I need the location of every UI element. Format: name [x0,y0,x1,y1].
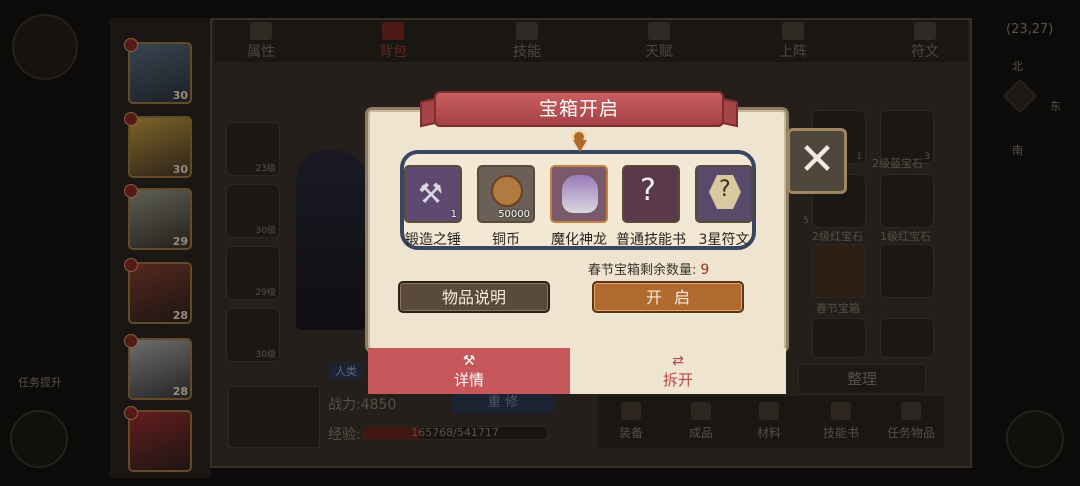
rune-tab-icon [914,22,936,40]
pointer-tip [573,140,587,152]
hammer-icon: ⚒ [462,353,476,369]
badge-icon [124,406,138,420]
reward-item[interactable]: ? [695,165,753,223]
compass-icon: 北 东 南 [998,60,1061,157]
coins-icon [491,175,523,207]
talent-icon [648,22,670,40]
reward-name: 普通技能书 [616,232,686,248]
reward-item[interactable]: ? [622,165,680,223]
badge-icon [124,258,138,272]
item-label: 1级红宝石 [880,230,931,243]
pet-portrait[interactable] [228,386,320,448]
reward-name: 3星符文 [698,232,750,248]
inventory-slot[interactable] [880,244,934,298]
hero-portrait[interactable] [124,406,192,472]
badge-icon [124,184,138,198]
top-nav [214,20,968,62]
equip-slot[interactable]: 23级 [226,122,280,176]
book-icon [516,22,538,40]
tab-attributes[interactable]: 属性 [226,22,296,60]
equip-slot[interactable]: 30级 [226,308,280,362]
remaining-count: 春节宝箱剩余数量: 9 [588,262,710,278]
tab-deploy[interactable]: 上阵 [758,22,828,60]
unknown-book-icon: ? [640,173,656,208]
category-quest-items[interactable]: 任务物品 [876,402,946,441]
attributes-icon [250,22,272,40]
quest-hint[interactable]: 任务提升 [18,374,62,390]
item-label: 2级红宝石 [812,230,863,243]
hero-level: 28 [172,385,188,398]
player-avatar[interactable] [12,14,78,80]
hammer-icon: ⚒ [418,177,444,210]
race-badge: 人类 [330,362,362,380]
swords-icon [782,22,804,40]
badge-icon [124,112,138,126]
dragon-icon [562,175,598,213]
hero-level: 28 [172,309,188,322]
repair-button[interactable]: 重 修 [452,392,554,414]
category-skill-books[interactable]: 技能书 [806,402,876,441]
quest-item-icon [901,402,921,420]
tab-talent[interactable]: 天赋 [624,22,694,60]
hero-portrait[interactable]: 28 [124,258,192,324]
reward-item[interactable]: 50000 [477,165,535,223]
equip-slot[interactable]: 29级 [226,246,280,300]
tab-backpack[interactable]: 背包 [358,22,428,60]
tab-runes[interactable]: 符文 [890,22,960,60]
tab-split[interactable]: ⇄ 拆开 [570,348,786,394]
tab-skills[interactable]: 技能 [492,22,562,60]
item-label: 春节宝箱 [816,302,860,315]
hero-level: 30 [172,89,188,102]
equipment-icon [621,402,641,420]
reward-name: 铜币 [492,232,520,248]
badge-icon [124,334,138,348]
exp-bar: 165768/541717 [362,426,548,440]
coordinates-readout: (23,27) [1006,22,1054,37]
action-button[interactable] [1006,410,1064,468]
badge-icon [124,38,138,52]
hero-level: 29 [172,235,188,248]
hero-portrait[interactable]: 28 [124,334,192,400]
category-equipment[interactable]: 装备 [596,402,666,441]
dialog-title: 宝箱开启 [434,91,724,127]
power-value: 战力:4850 [328,397,397,413]
skill-book-icon [831,402,851,420]
tab-details[interactable]: ⚒ 详情 [368,348,570,394]
equip-slot[interactable]: 30级 [226,184,280,238]
item-label: 2级蓝宝石 [872,157,923,170]
reward-name: 魔化神龙 [551,232,607,248]
product-icon [691,402,711,420]
hero-portrait[interactable]: 30 [124,112,192,178]
backpack-icon [382,22,404,40]
hero-portrait[interactable]: 30 [124,38,192,104]
skill-button[interactable] [10,410,68,468]
hero-portrait[interactable]: 29 [124,184,192,250]
reward-name: 锻造之锤 [405,232,461,248]
inventory-slot[interactable] [880,318,934,358]
open-button[interactable]: 开启 [592,281,744,313]
category-products[interactable]: 成品 [666,402,736,441]
material-icon [759,402,779,420]
split-icon: ⇄ [672,353,684,369]
category-materials[interactable]: 材料 [734,402,804,441]
exp-label: 经验: [328,427,361,443]
character-figure [296,150,366,330]
inventory-slot[interactable] [880,174,934,228]
hero-level: 30 [172,163,188,176]
inventory-slot[interactable] [812,244,866,298]
reward-item[interactable]: ⚒ 1 [404,165,462,223]
sort-button[interactable]: 整理 [798,364,926,394]
inventory-slot[interactable] [812,318,866,358]
close-icon[interactable]: ✕ [787,128,847,194]
reward-item[interactable] [550,165,608,223]
item-info-button[interactable]: 物品说明 [398,281,550,313]
